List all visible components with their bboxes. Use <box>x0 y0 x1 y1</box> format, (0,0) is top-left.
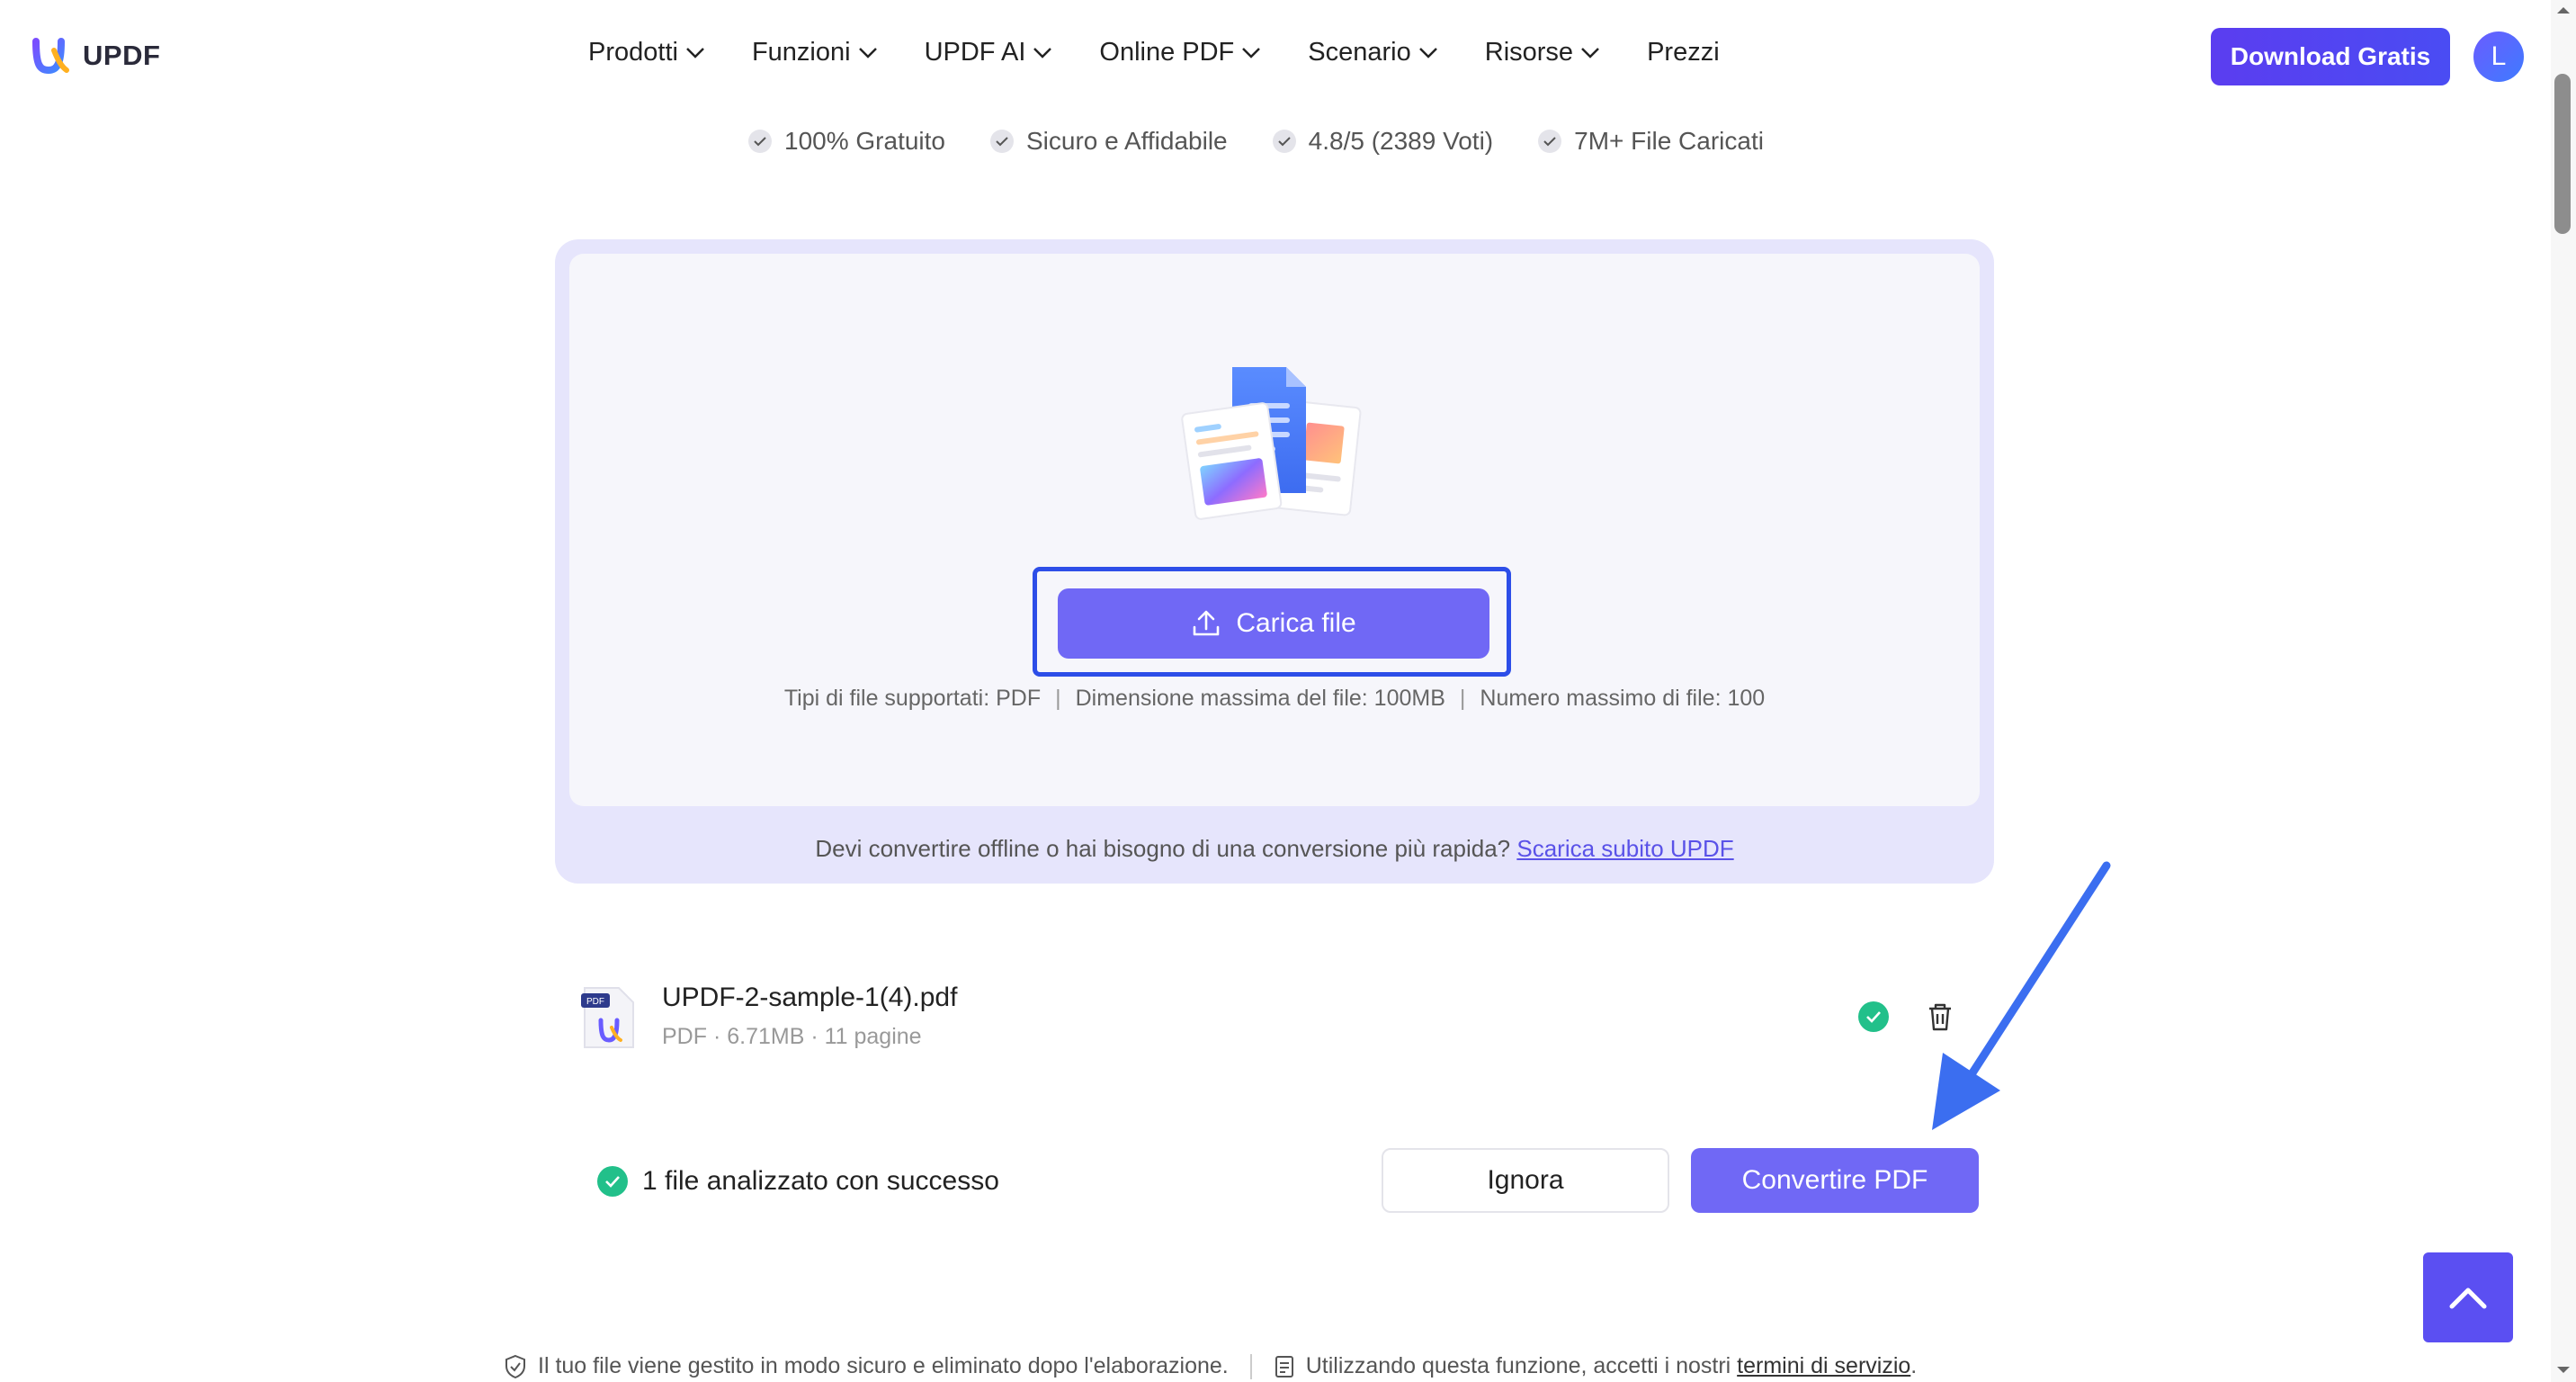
chevron-down-icon <box>1242 47 1261 58</box>
file-types-text: Tipi di file supportati: PDF <box>783 686 1042 711</box>
footer-secure-text: Il tuo file viene gestito in modo sicuro… <box>538 1353 1229 1378</box>
chevron-up-icon <box>2449 1288 2487 1309</box>
nav-item-risorse[interactable]: Risorse <box>1485 38 1600 67</box>
upload-file-button[interactable]: Carica file <box>1058 588 1489 659</box>
pdf-badge-text: PDF <box>586 997 604 1007</box>
check-icon <box>990 130 1014 153</box>
nav-item-prezzi[interactable]: Prezzi <box>1647 38 1720 67</box>
success-text: 1 file analizzato con successo <box>642 1166 999 1196</box>
chevron-down-icon <box>1581 47 1599 58</box>
upload-icon <box>1194 610 1220 636</box>
logo[interactable]: UPDF <box>31 38 160 74</box>
badge: 100% Gratuito <box>748 127 945 156</box>
analysis-success-message: 1 file analizzato con successo <box>597 1166 999 1197</box>
badge-label: 100% Gratuito <box>784 127 945 155</box>
chevron-down-icon <box>1418 47 1437 58</box>
nav-label: Prezzi <box>1647 38 1720 67</box>
nav-label: Scenario <box>1308 38 1411 67</box>
nav-item-updf-ai[interactable]: UPDF AI <box>925 38 1053 67</box>
nav-label: Prodotti <box>588 38 678 67</box>
max-files-text: Numero massimo di file: 100 <box>1480 686 1766 711</box>
footer-divider <box>1249 1353 1252 1379</box>
max-size-text: Dimensione massima del file: 100MB <box>1075 686 1445 711</box>
pdf-file-icon: PDF <box>581 987 634 1048</box>
footer-terms-text: Utilizzando questa funzione, accetti i n… <box>1305 1353 1731 1378</box>
offline-note: Devi convertire offline o hai bisogno di… <box>555 835 1994 863</box>
badge-label: 7M+ File Caricati <box>1574 127 1764 155</box>
chevron-down-icon <box>858 47 877 58</box>
annotation-arrow-icon <box>1932 861 2111 1130</box>
convert-pdf-button[interactable]: Convertire PDF <box>1691 1148 1979 1213</box>
check-icon <box>1272 130 1296 153</box>
nav-label: Risorse <box>1484 38 1574 67</box>
badge-label: 4.8/5 (2389 Voti) <box>1308 127 1494 155</box>
documents-illustration-icon <box>1181 367 1362 520</box>
nav-label: Online PDF <box>1099 38 1235 67</box>
scroll-up-arrow-icon[interactable] <box>2554 4 2572 16</box>
supported-file-info: Tipi di file supportati: PDF | Dimensione … <box>783 686 1766 711</box>
nav-item-prodotti[interactable]: Prodotti <box>588 38 705 67</box>
scrollbar-thumb[interactable] <box>2554 74 2571 234</box>
terms-of-service-link[interactable]: termini di servizio <box>1737 1353 1910 1378</box>
success-check-icon <box>597 1166 628 1197</box>
nav-label: UPDF AI <box>924 38 1026 67</box>
shield-check-icon <box>505 1354 525 1378</box>
badge: 7M+ File Caricati <box>1538 127 1764 156</box>
chevron-down-icon <box>1033 47 1052 58</box>
updf-logo-icon <box>32 38 69 74</box>
badge: Sicuro e Affidabile <box>990 127 1228 156</box>
footer-secure: Il tuo file viene gestito in modo sicuro… <box>504 1353 1229 1379</box>
ignore-button[interactable]: Ignora <box>1382 1148 1669 1213</box>
offline-text: Devi convertire offline o hai bisogno di… <box>815 835 1511 862</box>
check-icon <box>748 130 772 153</box>
file-name: UPDF-2-sample-1(4).pdf <box>662 983 958 1012</box>
footer-terms-end: . <box>1910 1353 1918 1378</box>
main-nav: Prodotti Funzioni UPDF AI Online PDF Sce… <box>588 38 1767 67</box>
logo-text: UPDF <box>83 40 161 71</box>
document-icon <box>1275 1355 1293 1378</box>
back-to-top-button[interactable] <box>2423 1252 2513 1342</box>
badge: 4.8/5 (2389 Voti) <box>1272 127 1494 156</box>
badge-label: Sicuro e Affidabile <box>1026 127 1228 155</box>
nav-item-scenario[interactable]: Scenario <box>1308 38 1437 67</box>
download-free-button[interactable]: Download Gratis <box>2211 28 2450 85</box>
upload-dropzone[interactable] <box>569 254 1980 806</box>
file-success-icon <box>1858 1001 1889 1032</box>
download-updf-link[interactable]: Scarica subito UPDF <box>1516 835 1733 862</box>
scroll-down-arrow-icon[interactable] <box>2554 1364 2572 1377</box>
nav-item-funzioni[interactable]: Funzioni <box>752 38 878 67</box>
chevron-down-icon <box>686 47 704 58</box>
footer-terms: Utilizzando questa funzione, accetti i n… <box>1274 1353 1918 1379</box>
check-icon <box>1538 130 1562 153</box>
trust-badges: 100% Gratuito Sicuro e Affidabile 4.8/5 … <box>748 127 1809 156</box>
avatar[interactable]: L <box>2473 31 2524 82</box>
nav-label: Funzioni <box>751 38 851 67</box>
nav-item-online-pdf[interactable]: Online PDF <box>1099 38 1261 67</box>
upload-button-label: Carica file <box>1236 608 1356 638</box>
footer-notice: Il tuo file viene gestito in modo sicuro… <box>504 1353 1917 1379</box>
file-meta: PDF · 6.71MB · 11 pagine <box>662 1024 922 1049</box>
